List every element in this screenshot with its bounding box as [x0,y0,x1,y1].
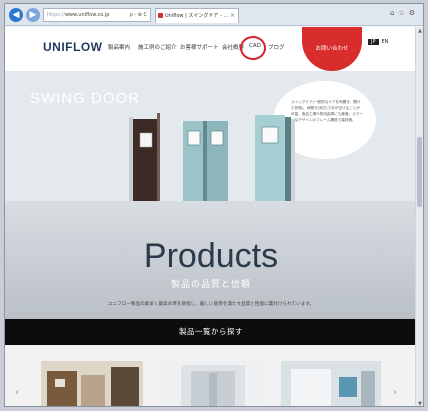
back-arrow-icon[interactable]: ◀ [9,8,23,22]
lang-jp-button[interactable]: JP [368,39,379,45]
favorites-star-icon[interactable]: ☆ [398,9,408,17]
browser-toolbar: ◀ ▶ https://www.uniflow.co.jp ρ - ⊕ C Un… [5,4,423,26]
forward-arrow-icon[interactable]: ▶ [26,8,40,22]
site-header: UNIFLOW 製品案内 施工例のご紹介 お客様サポート 会社概要 CAD ブロ… [5,27,417,71]
cad-highlight-circle [240,36,266,60]
screenshot-frame: ◀ ▶ https://www.uniflow.co.jp ρ - ⊕ C Un… [0,0,428,411]
gallery-next-arrow-icon[interactable]: › [393,387,397,398]
window-controls: ⌂☆⚙ [390,9,419,17]
address-bar[interactable]: https://www.uniflow.co.jp ρ - ⊕ C [43,8,151,22]
tab-close-icon[interactable]: × [230,9,235,23]
gallery-thumb-2[interactable] [161,361,265,407]
scroll-thumb[interactable] [417,137,422,207]
browser-window: ◀ ▶ https://www.uniflow.co.jp ρ - ⊕ C Un… [4,3,424,407]
product-list-button[interactable]: 製品一覧から探す [5,319,417,345]
products-description: ユニフロー製品の素早く最高水準を目指し、厳しい基準を満たす品質と性能に裏付けられ… [107,302,315,307]
product-gallery: ‹ › [5,345,417,407]
gallery-thumb-3[interactable] [281,361,381,407]
language-switch: JP EN [368,39,388,45]
nav-item-case-studies[interactable]: 施工例のご紹介 [138,43,177,51]
gallery-thumb-1[interactable] [41,361,143,407]
settings-gear-icon[interactable]: ⚙ [409,9,419,17]
nav-item-support[interactable]: お客様サポート [180,43,219,51]
scroll-down-icon[interactable]: ▼ [416,400,423,406]
address-tools[interactable]: ρ - ⊕ C [130,9,147,21]
address-prefix: https:// [47,12,65,18]
tab-title: Uniflow | スイングドア - ... [165,13,229,19]
browser-tab[interactable]: Uniflow | スイングドア - ... × [155,8,239,23]
lang-en-button[interactable]: EN [382,39,389,45]
home-icon[interactable]: ⌂ [390,9,398,17]
products-title: Products [143,237,279,275]
uniflow-logo[interactable]: UNIFLOW [43,40,103,54]
nav-item-products[interactable]: 製品案内 [108,43,130,51]
contact-button[interactable]: お問い合わせ [302,27,362,71]
favicon-icon [158,13,163,18]
address-host: www.uniflow.co.jp [64,12,110,18]
vertical-scrollbar[interactable]: ▲ ▼ [415,27,423,406]
scroll-up-icon[interactable]: ▲ [416,27,423,35]
page-viewport: UNIFLOW 製品案内 施工例のご紹介 お客様サポート 会社概要 CAD ブロ… [5,27,417,407]
gallery-prev-arrow-icon[interactable]: ‹ [15,387,19,398]
hero-title: SWING DOOR [30,90,140,107]
products-subtitle: 製品の品質と信頼 [170,280,251,290]
nav-item-blog[interactable]: ブログ [268,43,285,51]
